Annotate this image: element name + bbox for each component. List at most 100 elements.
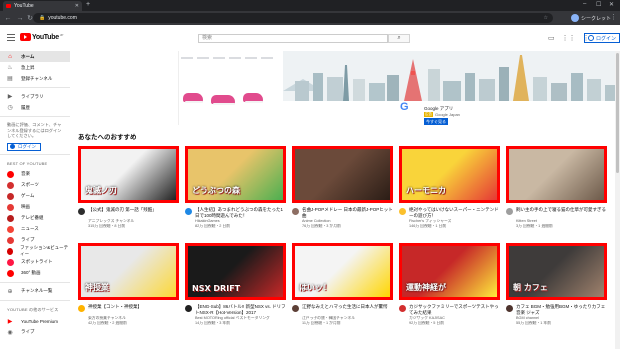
- login-prompt: 動画に評価、コメント、チャンネル登録するにはログインしてください。: [7, 122, 62, 138]
- sidebar-item-category[interactable]: ファッション&ビューティー: [0, 245, 70, 257]
- video-title[interactable]: 名曲J-POPメドレー 日本の最新J-POPヒット曲: [302, 207, 393, 218]
- sidebar-item-category[interactable]: 映画: [0, 202, 70, 213]
- video-title[interactable]: 【人生初】あつまれどうぶつの森をたった1日で100時間遊んでみた！: [195, 207, 286, 218]
- sidebar-item-label: 急上昇: [21, 64, 35, 70]
- channel-name[interactable]: Kitten Street: [516, 219, 607, 223]
- channel-avatar[interactable]: [506, 208, 513, 215]
- video-thumbnail[interactable]: [506, 146, 607, 203]
- youtube-logo[interactable]: YouTube JP: [20, 33, 63, 41]
- browser-tab[interactable]: YouTube ✕: [3, 1, 82, 11]
- sidebar-item-library[interactable]: ▶ ライブラリ: [0, 91, 70, 102]
- hamburger-icon[interactable]: [7, 34, 15, 41]
- new-tab-button[interactable]: +: [86, 1, 90, 8]
- subscriptions-icon: ▤: [7, 76, 13, 82]
- search-button[interactable]: ⌕: [388, 34, 410, 43]
- sidebar-login-button[interactable]: ログイン: [7, 142, 41, 151]
- sidebar-item-category[interactable]: スポーツ: [0, 180, 70, 191]
- sidebar-item-category[interactable]: ニュース: [0, 224, 70, 235]
- minimize-icon[interactable]: –: [583, 1, 586, 7]
- sidebar-item-history[interactable]: ◷ 履歴: [0, 102, 70, 113]
- maximize-icon[interactable]: ☐: [596, 1, 601, 8]
- search-icon: ⌕: [397, 35, 401, 41]
- apps-icon[interactable]: ⋮⋮: [562, 34, 576, 42]
- sidebar-item-category[interactable]: テレビ番組: [0, 213, 70, 224]
- category-icon: [7, 225, 14, 233]
- video-thumbnail[interactable]: NSX DRIFT: [185, 243, 286, 300]
- profile-label: シークレット: [581, 15, 612, 22]
- youtube-premium-icon: ▶: [7, 318, 13, 325]
- video-meta: 【ENG-Sub】86バトル!! 新型NSX vs. ドリフトNSX-R【Hot…: [185, 303, 286, 333]
- search-input[interactable]: 検索: [198, 34, 388, 43]
- video-title[interactable]: 神授業【コント・神授業】: [88, 304, 179, 310]
- channel-avatar[interactable]: [78, 305, 85, 312]
- video-thumbnail[interactable]: 神授業: [78, 243, 179, 300]
- video-thumbnail[interactable]: はいッ！: [292, 243, 393, 300]
- youtube-favicon-icon: [6, 4, 11, 8]
- video-title[interactable]: 飼い主の手の上で寝る猫の仕草が可愛すぎる: [516, 207, 607, 213]
- masthead-ad-banner[interactable]: G Google アプリ 広告 Google Japan 今すぐ見る: [178, 51, 620, 125]
- tokyo-skyline-image: G Google アプリ 広告 Google Japan 今すぐ見る: [283, 51, 620, 125]
- video-thumbnail[interactable]: 朝 カフェ: [506, 243, 607, 300]
- video-title[interactable]: 【ENG-Sub】86バトル!! 新型NSX vs. ドリフトNSX-R【Hot…: [195, 304, 286, 315]
- video-thumbnail[interactable]: どうぶつの森: [185, 146, 286, 203]
- channel-avatar[interactable]: [185, 305, 192, 312]
- page-scrollbar[interactable]: [615, 51, 620, 349]
- sidebar-item-home[interactable]: ⌂ ホーム: [0, 51, 70, 62]
- ad-cta-button[interactable]: 今すぐ見る: [424, 118, 448, 125]
- video-title[interactable]: カジサックファミリーでスポーツテストやってみた結果: [409, 304, 500, 315]
- back-icon[interactable]: ←: [2, 15, 14, 22]
- channel-avatar[interactable]: [506, 305, 513, 312]
- video-title[interactable]: 絶対やってはいけないスーパー・ニンテンドーの遊び方！: [409, 207, 500, 218]
- sidebar-item-category[interactable]: スポットライト: [0, 257, 70, 268]
- video-title[interactable]: 江野なみえとハマった生活に日本人が驚愕: [302, 304, 393, 310]
- channel-avatar[interactable]: [292, 305, 299, 312]
- scrollbar-thumb[interactable]: [616, 53, 619, 173]
- channel-avatar[interactable]: [292, 208, 299, 215]
- channel-avatar[interactable]: [399, 208, 406, 215]
- channel-avatar[interactable]: [185, 208, 192, 215]
- sidebar-item-label: YouTube Premium: [21, 318, 58, 324]
- sidebar-item-category[interactable]: ゲーム: [0, 191, 70, 202]
- close-window-icon[interactable]: ✕: [609, 1, 614, 8]
- sidebar-item-category[interactable]: ライブ: [0, 235, 70, 246]
- address-bar[interactable]: 🔒 youtube.com ☆: [33, 13, 553, 23]
- channel-name[interactable]: BGM channel: [516, 316, 607, 320]
- channel-avatar[interactable]: [399, 305, 406, 312]
- video-thumbnail[interactable]: 運動神経が: [399, 243, 500, 300]
- sidebar: ⌂ ホーム ♨ 急上昇 ▤ 登録チャンネル ▶ ライブラリ ◷ 履歴 動画に評価…: [0, 51, 70, 349]
- sidebar-item-label: 映画: [21, 204, 30, 209]
- video-camera-icon[interactable]: ▭: [548, 34, 555, 42]
- login-label: ログイン: [596, 35, 617, 42]
- user-circle-icon: [10, 144, 15, 149]
- video-stats: 11万 回視聴・1 か月前: [302, 321, 341, 325]
- thumbnail-caption: 運動神経が: [406, 283, 446, 292]
- sidebar-item-label: チャンネル一覧: [21, 288, 53, 293]
- browser-menu-icon[interactable]: ⋮: [610, 13, 617, 21]
- channel-name[interactable]: HikakinGames: [195, 219, 286, 223]
- sidebar-item-category[interactable]: 360° 動画: [0, 268, 70, 279]
- login-button[interactable]: ログイン: [584, 33, 620, 43]
- sidebar-item-subscriptions[interactable]: ▤ 登録チャンネル: [0, 73, 70, 84]
- video-stats: 76万 回視聴・3 か月前: [302, 224, 341, 228]
- sidebar-item-browse-channels[interactable]: ⊕ チャンネル一覧: [0, 286, 70, 297]
- browser-toolbar: ← → ↻ 🔒 youtube.com ☆ シークレット ⋮: [0, 11, 620, 25]
- video-title[interactable]: 【公式】鬼滅の刃 第一話「残酷」: [88, 207, 179, 213]
- star-icon[interactable]: ☆: [544, 15, 548, 21]
- video-thumbnail[interactable]: ハーモニカ: [399, 146, 500, 203]
- video-meta: 【人生初】あつまれどうぶつの森をたった1日で100時間遊んでみた！ Hikakin…: [185, 206, 286, 236]
- video-thumbnail[interactable]: [292, 146, 393, 203]
- sidebar-item-trending[interactable]: ♨ 急上昇: [0, 62, 70, 73]
- channel-name[interactable]: Anime Collection: [302, 219, 393, 223]
- video-title[interactable]: カフェ BGM・勉強用BGM・ゆったりカフェ音楽 ジャズ: [516, 304, 607, 315]
- incognito-profile[interactable]: シークレット: [571, 13, 611, 23]
- sidebar-item-label: 履歴: [21, 104, 30, 110]
- sidebar-item-category[interactable]: 音楽: [0, 169, 70, 180]
- logo-text: YouTube: [32, 33, 59, 41]
- channel-avatar[interactable]: [78, 208, 85, 215]
- video-thumbnail[interactable]: 鬼滅ノ刃: [78, 146, 179, 203]
- sidebar-login-label: ログイン: [18, 143, 36, 149]
- close-tab-icon[interactable]: ✕: [75, 3, 79, 9]
- sidebar-item-live[interactable]: ◉ ライブ: [0, 327, 70, 338]
- video-stats: 14万 回視聴・3 年前: [195, 321, 231, 325]
- sidebar-item-youtube-premium[interactable]: ▶ YouTube Premium: [0, 316, 70, 327]
